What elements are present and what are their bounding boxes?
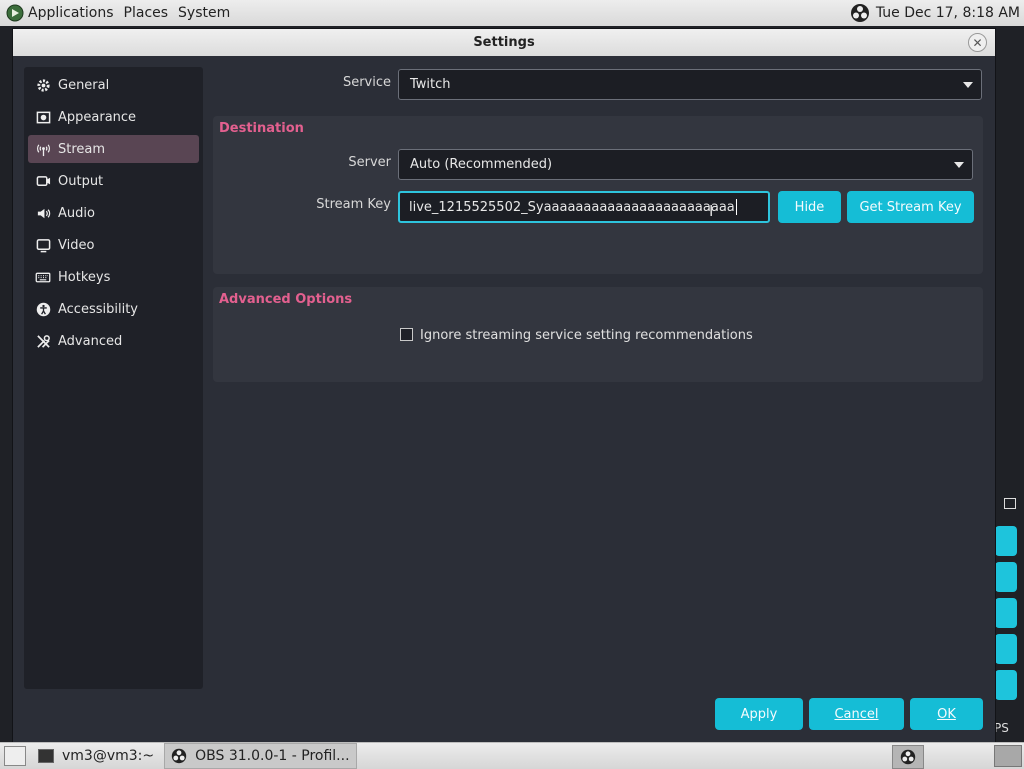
- destination-title: Destination: [219, 121, 304, 136]
- sidebar-item-label: Hotkeys: [58, 269, 111, 285]
- window-titlebar[interactable]: Settings ✕: [13, 29, 995, 56]
- obs-control-button[interactable]: [995, 562, 1017, 592]
- settings-sidebar: General Appearance Stream Output Audio V…: [24, 67, 203, 689]
- show-desktop-icon[interactable]: [4, 746, 26, 766]
- hide-key-button[interactable]: Hide: [778, 191, 841, 223]
- server-label: Server: [348, 155, 391, 170]
- gear-icon: [35, 77, 51, 93]
- applications-icon[interactable]: [6, 4, 24, 22]
- obs-tray-icon[interactable]: [850, 3, 870, 23]
- system-menu[interactable]: System: [178, 5, 230, 21]
- chevron-down-icon: [963, 81, 973, 88]
- obs-control-button[interactable]: [995, 526, 1017, 556]
- sidebar-item-appearance[interactable]: Appearance: [28, 103, 199, 131]
- taskbar-item-label: OBS 31.0.0-1 - Profil...: [195, 748, 350, 764]
- status-fragment: PS: [994, 721, 1009, 735]
- obs-tray-button[interactable]: [892, 745, 924, 769]
- bottom-taskbar: vm3@vm3:~ OBS 31.0.0-1 - Profil...: [0, 742, 1024, 769]
- clock-area: Tue Dec 17, 8:18 AM: [850, 0, 1020, 26]
- sidebar-item-output[interactable]: Output: [28, 167, 199, 195]
- advanced-options-title: Advanced Options: [219, 292, 353, 307]
- tools-icon: [35, 333, 51, 349]
- ok-button[interactable]: OK: [910, 698, 983, 730]
- obs-control-button[interactable]: [995, 598, 1017, 628]
- sidebar-item-label: Video: [58, 237, 95, 253]
- applications-menu[interactable]: Applications: [28, 5, 114, 21]
- settings-window: Settings ✕ General Appearance Stream Out…: [12, 28, 996, 744]
- obs-control-button[interactable]: [995, 634, 1017, 664]
- workspace-switcher[interactable]: [994, 745, 1022, 767]
- stream-key-input[interactable]: live_1215525502_Syaaaaaaaaaaaaaaaaaaaaaa…: [398, 191, 770, 223]
- chevron-down-icon: [954, 161, 964, 168]
- cancel-button[interactable]: Cancel: [809, 698, 904, 730]
- sidebar-item-label: Advanced: [58, 333, 123, 349]
- output-icon: [35, 173, 51, 189]
- sidebar-item-general[interactable]: General: [28, 71, 199, 99]
- accessibility-icon: [35, 301, 51, 317]
- dock-float-icon[interactable]: [1004, 498, 1016, 509]
- service-select[interactable]: Twitch: [398, 69, 982, 100]
- cancel-label: Cancel: [834, 706, 879, 722]
- sidebar-item-label: Accessibility: [58, 301, 138, 317]
- window-title: Settings: [473, 35, 535, 50]
- clock-text[interactable]: Tue Dec 17, 8:18 AM: [876, 5, 1020, 21]
- apply-button[interactable]: Apply: [715, 698, 803, 730]
- speaker-icon: [35, 205, 51, 221]
- stream-key-label: Stream Key: [316, 197, 391, 212]
- sidebar-item-video[interactable]: Video: [28, 231, 199, 259]
- obs-control-button[interactable]: [995, 670, 1017, 700]
- sidebar-item-advanced[interactable]: Advanced: [28, 327, 199, 355]
- ignore-recommendations-label[interactable]: Ignore streaming service setting recomme…: [420, 328, 753, 343]
- ibeam-cursor-icon: I: [709, 202, 714, 220]
- antenna-icon: [35, 141, 51, 157]
- sidebar-item-label: Audio: [58, 205, 95, 221]
- obs-icon: [900, 749, 916, 765]
- sidebar-item-audio[interactable]: Audio: [28, 199, 199, 227]
- taskbar-item-label: vm3@vm3:~: [62, 748, 155, 764]
- monitor-icon: [35, 237, 51, 253]
- close-icon[interactable]: ✕: [968, 33, 987, 52]
- sidebar-item-hotkeys[interactable]: Hotkeys: [28, 263, 199, 291]
- taskbar-item-obs[interactable]: OBS 31.0.0-1 - Profil...: [164, 743, 357, 769]
- ignore-recommendations-checkbox[interactable]: [400, 328, 413, 341]
- sidebar-item-label: Stream: [58, 141, 106, 157]
- get-stream-key-button[interactable]: Get Stream Key: [847, 191, 974, 223]
- service-value: Twitch: [410, 77, 451, 92]
- server-select[interactable]: Auto (Recommended): [398, 149, 973, 180]
- keyboard-icon: [35, 269, 51, 285]
- top-panel: Applications Places System Tue Dec 17, 8…: [0, 0, 1024, 27]
- sidebar-item-label: Appearance: [58, 109, 137, 125]
- sidebar-item-accessibility[interactable]: Accessibility: [28, 295, 199, 323]
- ok-label: OK: [937, 706, 956, 722]
- service-label: Service: [342, 75, 391, 90]
- text-caret: [735, 199, 737, 215]
- appearance-icon: [35, 109, 51, 125]
- sidebar-item-label: Output: [58, 173, 104, 189]
- places-menu[interactable]: Places: [124, 5, 169, 21]
- server-value: Auto (Recommended): [410, 157, 553, 172]
- sidebar-item-stream[interactable]: Stream: [28, 135, 199, 163]
- sidebar-item-label: General: [58, 77, 110, 93]
- taskbar-item-terminal[interactable]: vm3@vm3:~: [32, 744, 160, 768]
- obs-icon: [171, 748, 187, 764]
- terminal-icon: [38, 749, 54, 763]
- stream-key-value: live_1215525502_Syaaaaaaaaaaaaaaaaaaaaaa…: [409, 199, 735, 215]
